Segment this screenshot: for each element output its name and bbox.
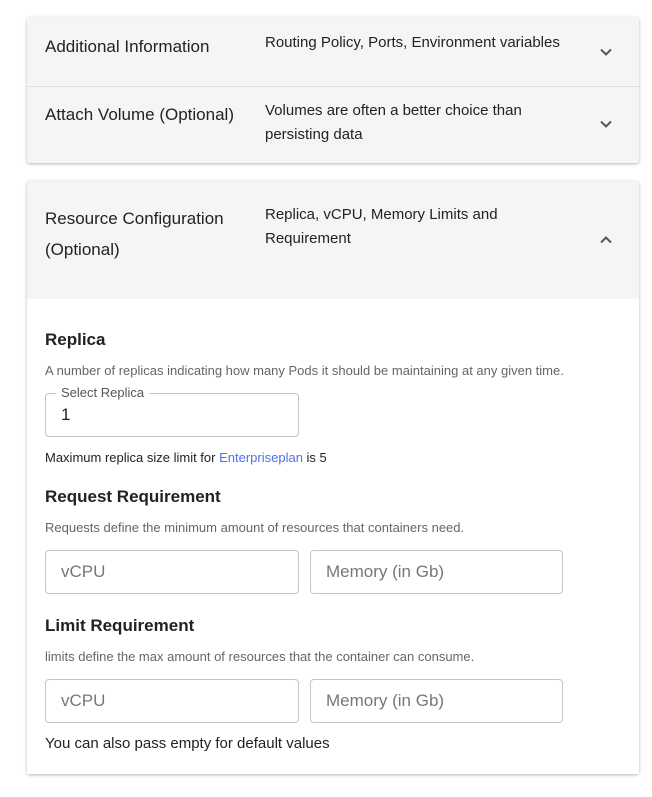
- accordion-group: Additional Information Routing Policy, P…: [27, 17, 639, 163]
- chevron-down-icon[interactable]: [599, 45, 613, 59]
- accordion-description: Replica, vCPU, Memory Limits and Require…: [265, 206, 498, 247]
- accordion-title: Resource Configuration (Optional): [45, 209, 224, 259]
- accordion-title: Attach Volume (Optional): [45, 105, 234, 124]
- default-values-note: You can also pass empty for default valu…: [45, 735, 330, 752]
- request-memory-input[interactable]: Memory (in Gb): [310, 550, 563, 594]
- replica-description: A number of replicas indicating how many…: [45, 363, 564, 378]
- accordion-additional-information[interactable]: Additional Information Routing Policy, P…: [27, 17, 639, 87]
- request-heading: Request Requirement: [45, 487, 221, 506]
- accordion-description: Volumes are often a better choice than p…: [265, 102, 522, 143]
- chevron-down-icon[interactable]: [599, 117, 613, 131]
- request-vcpu-input[interactable]: vCPU: [45, 550, 299, 594]
- accordion-attach-volume[interactable]: Attach Volume (Optional) Volumes are oft…: [27, 87, 639, 163]
- accordion-description: Routing Policy, Ports, Environment varia…: [265, 34, 560, 51]
- note-text: Maximum replica size limit for: [45, 450, 220, 465]
- accordion-header[interactable]: Resource Configuration (Optional) Replic…: [27, 181, 639, 299]
- accordion-resource-configuration: Resource Configuration (Optional) Replic…: [27, 181, 639, 774]
- select-replica-value: 1: [61, 405, 71, 424]
- select-replica-input[interactable]: Select Replica 1: [45, 385, 299, 437]
- replica-limit-note: Maximum replica size limit for Enterpris…: [45, 450, 327, 465]
- replica-heading: Replica: [45, 330, 106, 349]
- accordion-title: Additional Information: [45, 37, 210, 56]
- limit-vcpu-input[interactable]: vCPU: [45, 679, 299, 723]
- request-description: Requests define the minimum amount of re…: [45, 520, 465, 535]
- chevron-up-icon[interactable]: [599, 233, 613, 247]
- limit-description: limits define the max amount of resource…: [45, 649, 475, 664]
- limit-heading: Limit Requirement: [45, 616, 195, 635]
- note-text: is 5: [302, 450, 327, 465]
- enterprise-plan-link[interactable]: Enterpriseplan: [219, 450, 303, 465]
- select-replica-label: Select Replica: [56, 385, 150, 400]
- limit-memory-input[interactable]: Memory (in Gb): [310, 679, 563, 723]
- accordion-body: Replica A number of replicas indicating …: [27, 299, 639, 774]
